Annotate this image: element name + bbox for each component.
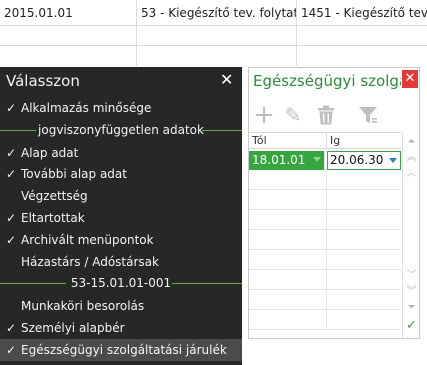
add-icon[interactable]: + [251,102,277,128]
menu-item-alkalmazas-minosege[interactable]: ✓ Alkalmazás minősége [0,97,242,119]
menu-item-hazastars-adostarsak[interactable]: Házastárs / Adóstársak [0,251,242,273]
filter-icon-graphic [359,107,377,123]
menu-section-label: jogviszonyfüggetlen adatok [38,123,204,137]
edit-icon[interactable]: ✎ [280,102,306,128]
scroll-bottom-icon[interactable]: ⏷ [403,300,420,316]
dropdown-arrow-icon[interactable] [389,158,397,163]
scroll-down-icon[interactable]: ﹀ [403,268,420,284]
grid-header: Tól Ig [249,133,401,149]
period-grid: Tól Ig 18.01.01 20.06.30 [249,132,401,338]
menu-item-archivalt-menupontok[interactable]: ✓ Archivált menüpontok [0,229,242,251]
table-row[interactable] [0,46,427,66]
grid-row [249,231,401,250]
menu-section-label: 53-15.01.01-001 [70,276,172,290]
empty-cell [249,291,327,310]
table-cell-code [297,26,427,45]
menu-item-label: Eltartottak [21,211,85,225]
grid-row [249,291,401,310]
scroll-top-icon[interactable]: ⏶ [403,134,420,150]
check-icon: ✓ [5,167,17,181]
menu-item-label: Alap adat [21,146,79,160]
table-row[interactable] [0,26,427,46]
column-header-tol[interactable]: Tól [249,133,327,149]
menu-item-label: Végzettség [21,189,88,203]
check-icon: ✓ [5,233,17,247]
menu-item-vegzettseg[interactable]: Végzettség [0,185,242,207]
empty-cell [249,191,327,210]
check-icon: ✓ [5,211,17,225]
choose-menu: Válasszon ✕ ✓ Alkalmazás minősége jogvis… [0,67,242,365]
menu-item-eltartottak[interactable]: ✓ Eltartottak [0,207,242,229]
panel-header: Egészségügyi szolgá ✕ [249,68,419,96]
screen: 2015.01.01 53 - Kiegészítő tev. folytató… [0,0,427,365]
menu-item-label: Munkaköri besorolás [21,299,145,313]
menu-item-label: Házastárs / Adóstársak [21,255,159,269]
empty-cell [249,271,327,290]
empty-cell [249,211,327,230]
dropdown-arrow-icon[interactable] [313,157,321,162]
panel-title: Egészségügyi szolgá [253,72,401,90]
date-from-value: 18.01.01 [252,153,306,167]
page-up-icon[interactable]: ︽ [403,150,420,166]
check-icon: ✓ [5,146,17,160]
empty-cell [249,311,327,330]
background-table: 2015.01.01 53 - Kiegészítő tev. folytató… [0,0,427,66]
table-cell-code [297,46,427,66]
page-down-icon[interactable]: ︾ [403,284,420,300]
table-cell-activity [137,26,297,45]
table-cell-activity: 53 - Kiegészítő tev. folytató [137,0,297,25]
check-icon: ✓ [5,343,17,357]
menu-item-egeszsegugyi-szolgaltatasi-jarulek[interactable]: ✓ Egészségügyi szolgáltatási járulék [0,339,242,361]
menu-item-label: Alkalmazás minősége [21,101,152,115]
table-cell-code: 1451 - Kiegészítő tev. [301,6,427,20]
grid-navigation: ⏶ ︽ ︿ ﹀ ︾ ⏷ ✓ [402,132,419,338]
empty-cell [249,231,327,250]
date-to-value: 20.06.30 [330,153,384,167]
grid-row[interactable]: 18.01.01 20.06.30 [249,151,401,170]
grid-row [249,271,401,290]
date-to-cell[interactable]: 20.06.30 [327,151,401,170]
column-header-ig[interactable]: Ig [327,133,401,149]
table-row[interactable]: 2015.01.01 53 - Kiegészítő tev. folytató… [0,0,427,26]
menu-section-separator: 53-15.01.01-001 [0,274,242,292]
trash-icon-graphic [318,105,334,125]
menu-section-separator: jogviszonyfüggetlen adatok [0,121,242,139]
scroll-up-icon[interactable]: ︿ [403,166,420,182]
panel-toolbar: + ✎ [249,100,419,130]
empty-cell [249,251,327,270]
detail-panel: Egészségügyi szolgá ✕ + ✎ Tól Ig 18.01.0… [248,67,420,339]
date-from-cell[interactable]: 18.01.01 [249,151,325,170]
confirm-check-icon[interactable]: ✓ [403,318,420,334]
grid-row [249,191,401,210]
panel-close-icon[interactable]: ✕ [402,70,418,88]
menu-item-munkakori-besorolas[interactable]: Munkaköri besorolás [0,295,242,317]
grid-row [249,171,401,190]
filter-icon[interactable] [355,102,381,128]
check-icon: ✓ [5,321,17,335]
table-cell-date [0,46,137,66]
table-cell-date: 2015.01.01 [0,0,137,25]
menu-item-label: Archivált menüpontok [21,233,154,247]
table-cell-activity [137,46,297,66]
table-cell-date [0,26,137,45]
grid-row [249,251,401,270]
menu-item-tovabbi-alap-adat[interactable]: ✓ További alap adat [0,163,242,185]
check-icon: ✓ [5,101,17,115]
grid-row [249,211,401,230]
empty-cell [249,171,327,190]
menu-item-szemelyi-alapber[interactable]: ✓ Személyi alapbér [0,317,242,339]
menu-item-label: Egészségügyi szolgáltatási járulék [21,343,227,357]
menu-title: Válasszon [6,72,80,90]
menu-close-icon[interactable]: ✕ [220,70,233,89]
delete-icon[interactable] [313,102,339,128]
menu-item-label: Személyi alapbér [21,321,125,335]
menu-item-label: További alap adat [21,167,127,181]
grid-row [249,311,401,330]
menu-item-alap-adat[interactable]: ✓ Alap adat [0,142,242,164]
